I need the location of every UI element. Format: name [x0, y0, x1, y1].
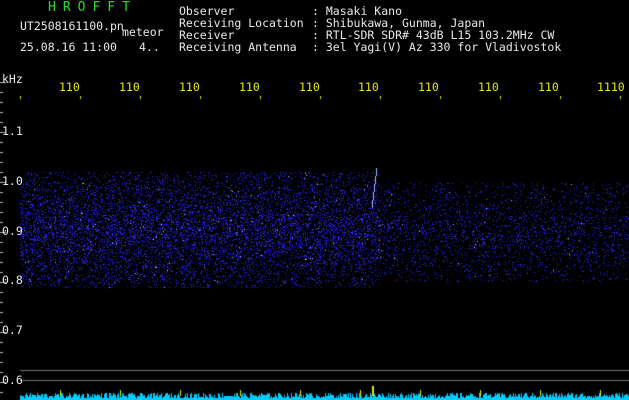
x-tick-label: 110 [119, 80, 140, 94]
y-tick-label: 0.6 [2, 373, 23, 387]
antenna-value: : 3el Yagi(V) Az 330 for Vladivostok [312, 40, 562, 54]
meteor-label: meteor [122, 25, 164, 39]
spectrogram [0, 0, 629, 400]
x-tick-label: 110 [239, 80, 260, 94]
y-tick-label: 1.1 [2, 124, 23, 138]
x-tick-label: 110 [538, 80, 559, 94]
y-tick-label: 0.7 [2, 323, 23, 337]
x-tick-label: 1110 [597, 80, 625, 94]
x-tick-label: 110 [299, 80, 320, 94]
date-time: 25.08.16 11:00 [20, 40, 117, 54]
x-tick-label: 110 [358, 80, 379, 94]
app-title: HROFFT [48, 0, 137, 15]
y-tick-label: 0.9 [2, 224, 23, 238]
y-tick-label: 0.8 [2, 273, 23, 287]
x-tick-label: 110 [418, 80, 439, 94]
y-tick-label: 1.0 [2, 174, 23, 188]
meteor-count: 4.. [139, 40, 160, 54]
file-name: UT2508161100.pn [20, 19, 124, 33]
x-tick-label: 110 [59, 80, 80, 94]
x-tick-label: 110 [478, 80, 499, 94]
x-tick-label: 110 [179, 80, 200, 94]
y-axis-unit: kHz [2, 72, 23, 86]
antenna-label: Receiving Antenna [179, 40, 297, 54]
